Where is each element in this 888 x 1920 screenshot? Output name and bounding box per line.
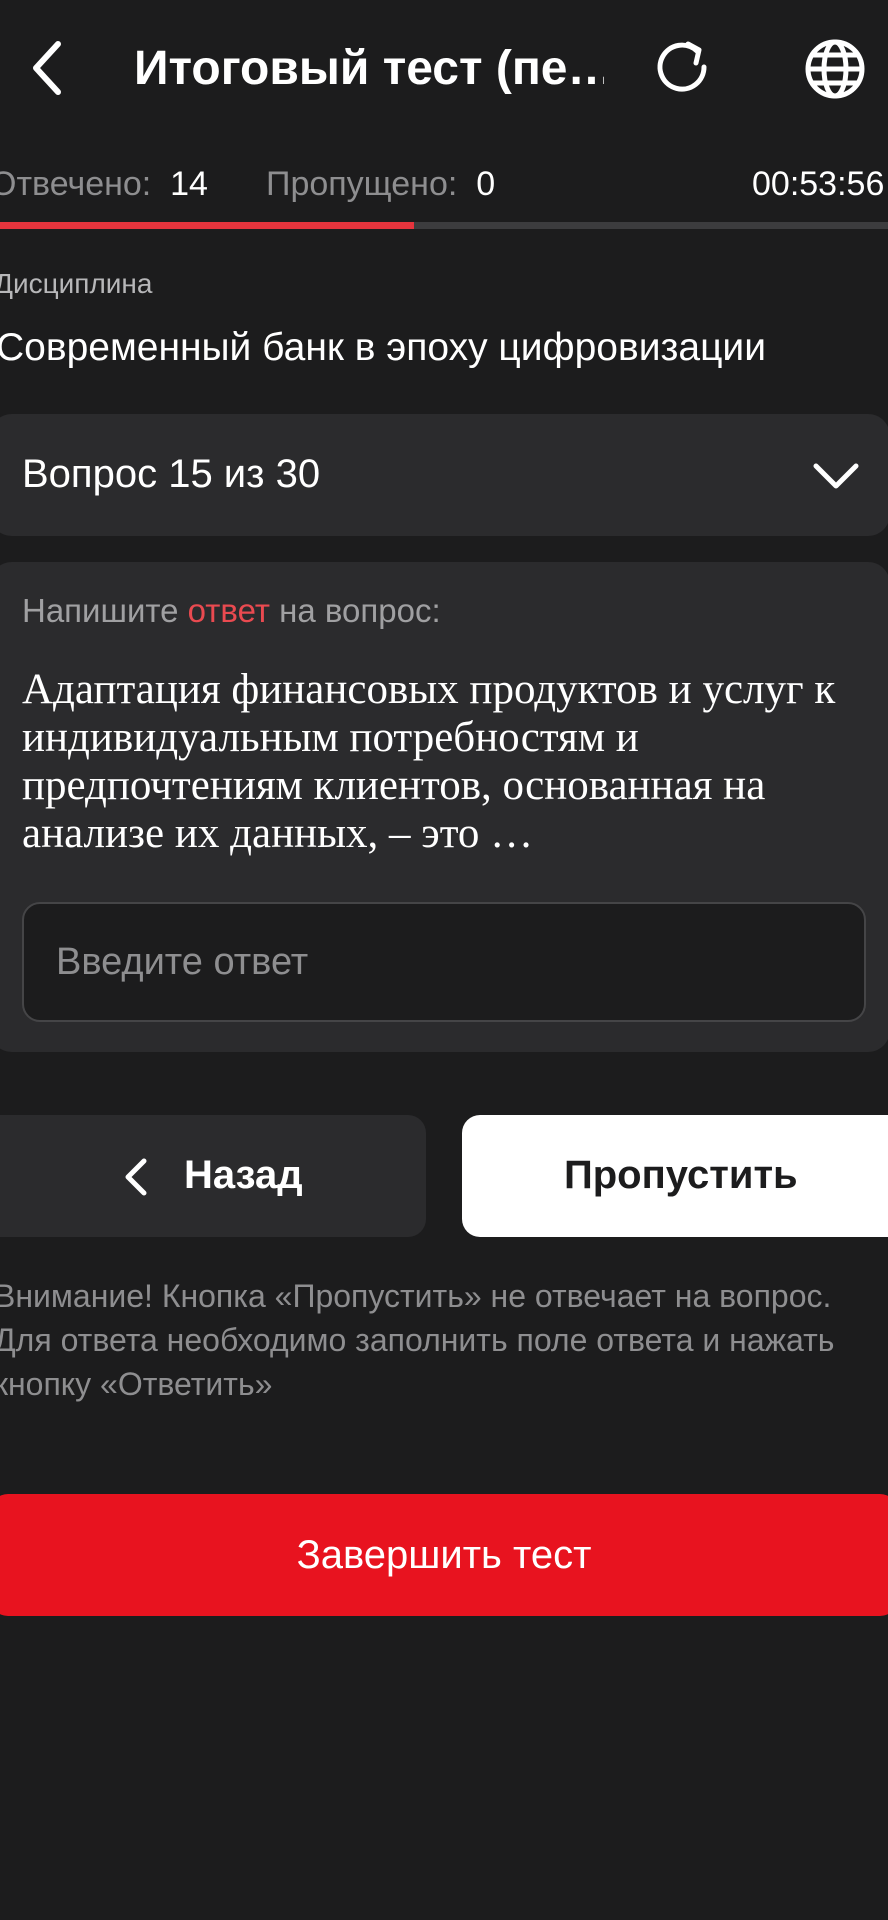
question-number: Вопрос 15 из 30 bbox=[22, 452, 321, 496]
prompt-accent: ответ bbox=[187, 592, 270, 629]
answered-value: 14 bbox=[170, 165, 208, 203]
back-button[interactable]: Назад bbox=[0, 1115, 426, 1237]
progress-bar-fill bbox=[0, 222, 415, 229]
page-title: Итоговый тест (пе… bbox=[134, 42, 604, 95]
test-stats: Отвечено: 14 Пропущено: 0 00:53:56 bbox=[0, 160, 888, 208]
discipline-name: Современный банк в эпоху цифровизации bbox=[0, 326, 766, 369]
answered-count: Отвечено: 14 bbox=[0, 160, 208, 208]
question-card: Напишите ответ на вопрос: Адаптация фина… bbox=[0, 562, 888, 1052]
globe-icon[interactable] bbox=[802, 34, 868, 104]
timer: 00:53:56 bbox=[752, 165, 885, 203]
prompt-text-end: на вопрос: bbox=[269, 592, 441, 629]
back-button-label: Назад bbox=[184, 1153, 303, 1197]
progress-bar bbox=[0, 222, 888, 229]
skipped-value: 0 bbox=[476, 165, 496, 203]
question-selector[interactable]: Вопрос 15 из 30 bbox=[0, 414, 888, 536]
question-prompt: Напишите ответ на вопрос: bbox=[22, 592, 441, 630]
answer-input[interactable] bbox=[22, 902, 866, 1022]
answered-label: Отвечено: bbox=[0, 165, 152, 203]
chevron-left-icon bbox=[124, 1157, 148, 1197]
discipline-label: Дисциплина bbox=[0, 268, 153, 299]
skipped-label: Пропущено: bbox=[266, 165, 458, 203]
question-text: Адаптация финансовых продуктов и услуг к… bbox=[22, 666, 836, 857]
skip-warning: Внимание! Кнопка «Пропустить» не отвечае… bbox=[0, 1278, 835, 1402]
skipped-count: Пропущено: 0 bbox=[266, 160, 495, 208]
skip-button[interactable]: Пропустить bbox=[462, 1115, 888, 1237]
app-header: Итоговый тест (пе… bbox=[0, 0, 888, 140]
chevron-down-icon bbox=[810, 460, 862, 492]
prompt-text-start: Напишите bbox=[22, 592, 188, 629]
reload-icon[interactable] bbox=[652, 34, 718, 100]
finish-test-button[interactable]: Завершить тест bbox=[0, 1494, 888, 1616]
skip-button-label: Пропустить bbox=[564, 1153, 798, 1197]
back-icon[interactable] bbox=[22, 36, 74, 100]
